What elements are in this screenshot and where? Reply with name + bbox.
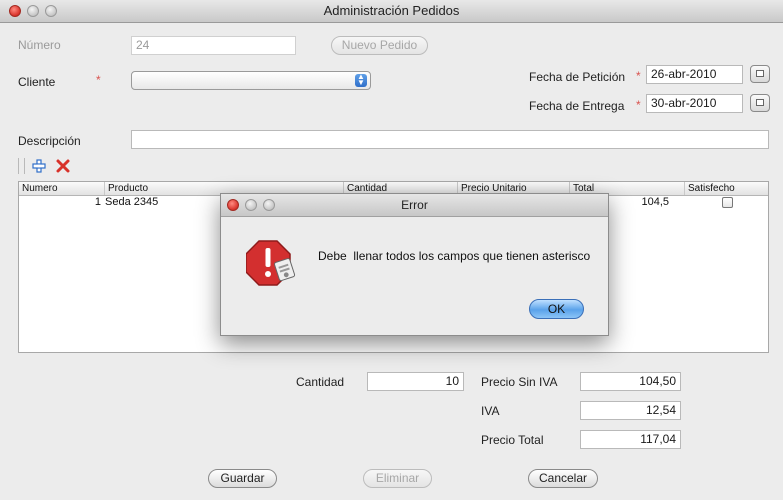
fecha-entrega-calendar-button[interactable]	[750, 94, 770, 112]
x-icon	[56, 159, 70, 173]
chevron-updown-icon: ▲ ▼	[355, 73, 367, 87]
dialog-title: Error	[401, 198, 428, 212]
cantidad-label: Cantidad	[296, 375, 345, 389]
precio-sin-iva-field: 104,50	[580, 372, 681, 391]
plus-icon	[32, 159, 46, 173]
nuevo-pedido-button: Nuevo Pedido	[331, 36, 428, 55]
precio-total-label: Precio Total	[481, 433, 544, 447]
iva-label: IVA	[481, 404, 500, 418]
fecha-peticion-label: Fecha de Petición	[529, 70, 626, 84]
descripcion-label: Descripción	[18, 134, 81, 148]
window-titlebar: Administración Pedidos	[0, 0, 783, 23]
dialog-titlebar: Error	[221, 194, 608, 217]
stop-warning-icon	[245, 239, 296, 287]
cancelar-button[interactable]: Cancelar	[528, 469, 598, 488]
column-satisfecho[interactable]: Satisfecho	[684, 182, 768, 195]
add-row-button[interactable]	[31, 158, 47, 174]
calendar-icon	[756, 70, 764, 77]
iva-field: 12,54	[580, 401, 681, 420]
window-title: Administración Pedidos	[323, 3, 460, 18]
fecha-entrega-label: Fecha de Entrega	[529, 99, 625, 113]
ok-button[interactable]: OK	[529, 299, 584, 319]
precio-total-field: 117,04	[580, 430, 681, 449]
precio-sin-iva-label: Precio Sin IVA	[481, 375, 558, 389]
descripcion-field[interactable]	[131, 130, 769, 149]
eliminar-button: Eliminar	[363, 469, 432, 488]
row-producto: Seda 2345	[105, 196, 159, 208]
cliente-required-mark: *	[96, 73, 101, 87]
delete-row-button[interactable]	[55, 158, 71, 174]
cantidad-field: 10	[367, 372, 464, 391]
fecha-entrega-field[interactable]: 30-abr-2010	[646, 94, 743, 113]
cliente-label: Cliente	[18, 75, 56, 89]
fecha-entrega-required-mark: *	[636, 98, 641, 112]
toolbar-grip	[18, 158, 25, 174]
cliente-select[interactable]: ▲ ▼	[131, 71, 371, 90]
numero-field: 24	[131, 36, 296, 55]
numero-label: Número	[18, 38, 61, 52]
fecha-peticion-required-mark: *	[636, 69, 641, 83]
guardar-button[interactable]: Guardar	[208, 469, 277, 488]
calendar-icon	[756, 99, 764, 106]
fecha-peticion-calendar-button[interactable]	[750, 65, 770, 83]
row-satisfecho-checkbox[interactable]	[722, 197, 733, 208]
row-numero: 1	[94, 196, 101, 208]
column-numero[interactable]: Numero	[19, 182, 104, 195]
fecha-peticion-field[interactable]: 26-abr-2010	[646, 65, 743, 84]
error-dialog[interactable]: Error Debe llenar todos los campos que t…	[220, 193, 609, 336]
dialog-message: Debe llenar todos los campos que tienen …	[318, 249, 591, 263]
